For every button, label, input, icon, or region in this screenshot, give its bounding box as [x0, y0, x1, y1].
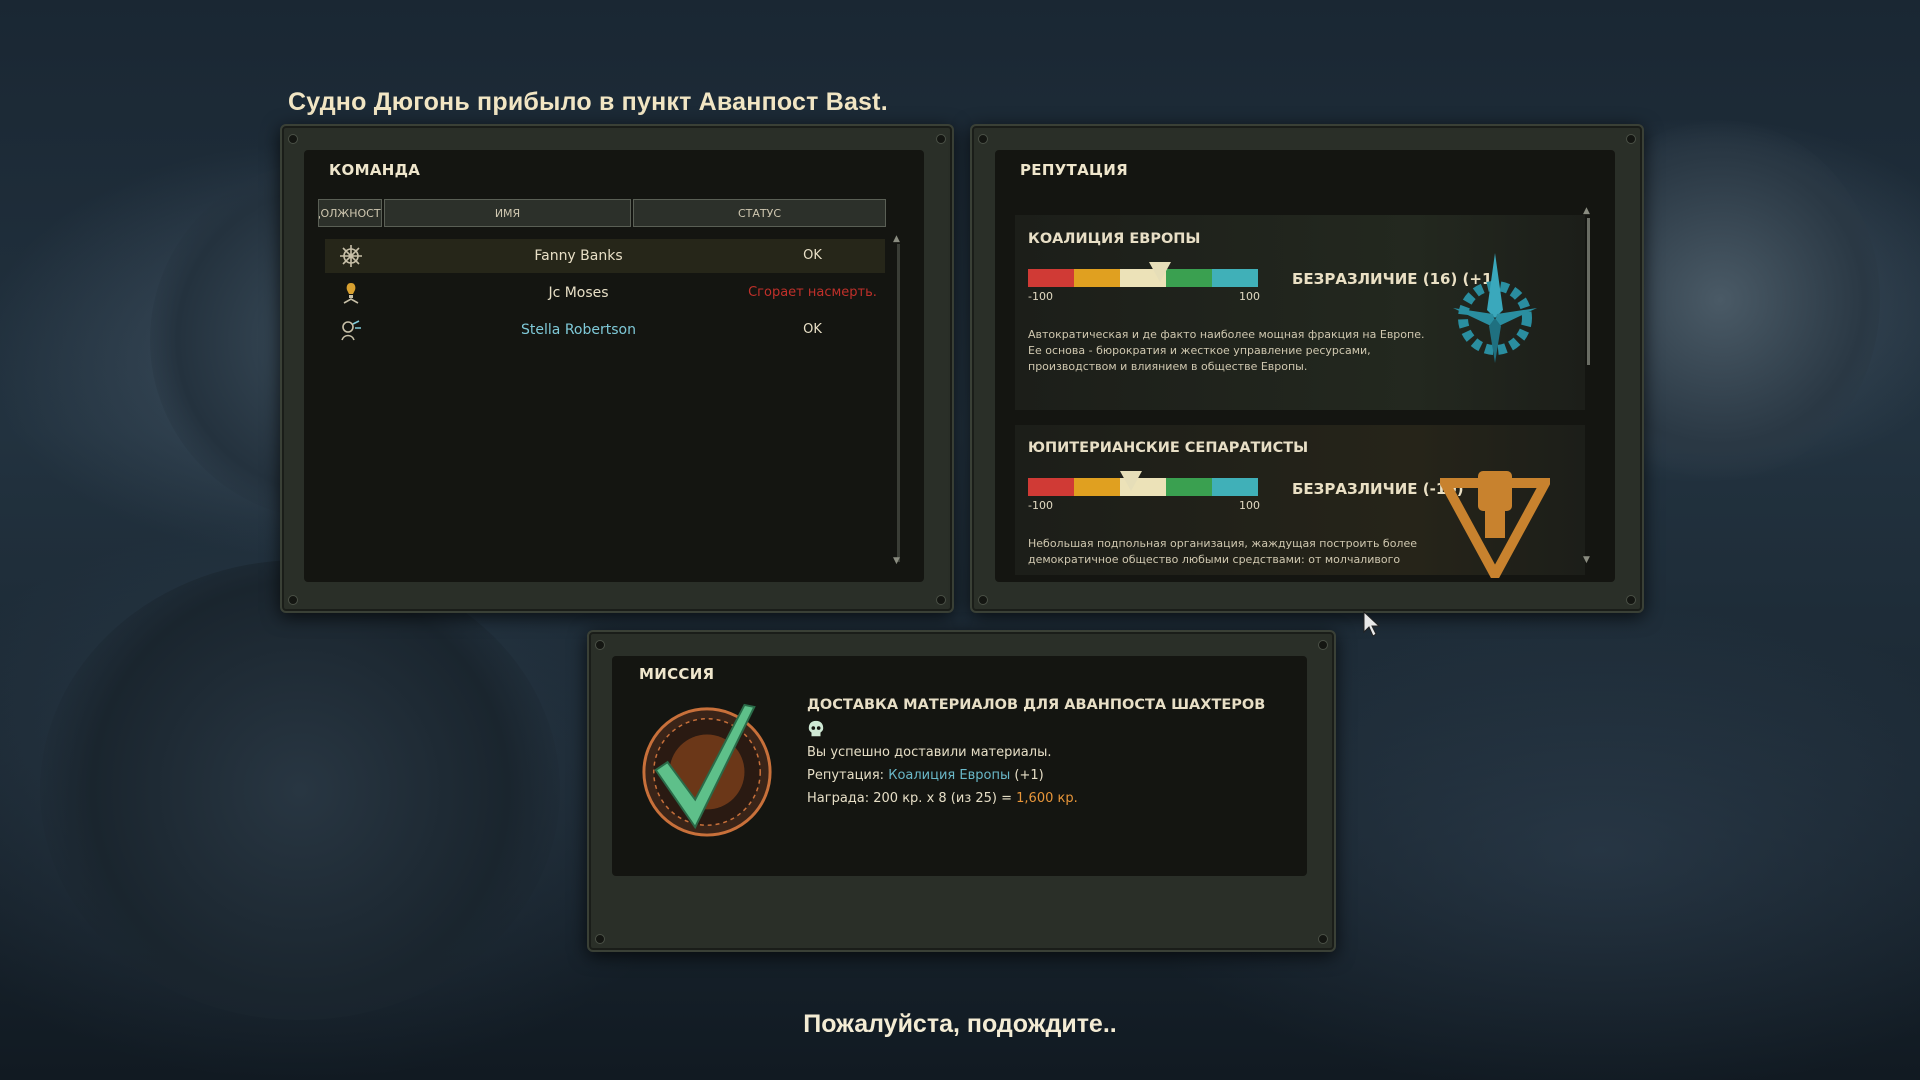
- scroll-up-icon[interactable]: ▲: [1583, 206, 1590, 216]
- scroll-up-icon[interactable]: ▲: [893, 234, 900, 244]
- page-title: Судно Дюгонь прибыло в пункт Аванпост Ba…: [288, 88, 888, 116]
- reputation-label: Репутация:: [807, 768, 885, 783]
- crew-row[interactable]: Stella Robertson OK: [325, 313, 885, 347]
- bar-segment-unfriendly: [1074, 478, 1120, 496]
- column-header-status[interactable]: СТАТУС: [633, 199, 886, 227]
- crew-row[interactable]: Fanny Banks OK: [325, 239, 885, 273]
- crew-name: Stella Robertson: [521, 322, 636, 338]
- rivet: [978, 595, 988, 605]
- crew-status: OK: [803, 248, 822, 263]
- reputation-panel-title: РЕПУТАЦИЯ: [1020, 161, 1128, 179]
- engineer-icon: [343, 283, 359, 304]
- background-shape: [40, 560, 560, 1020]
- reputation-scrollbar[interactable]: [1587, 218, 1590, 365]
- bar-max-label: 100: [1239, 290, 1260, 303]
- column-header-position[interactable]: ДОЛЖНОСТЬ: [318, 199, 382, 227]
- reputation-change: (+1): [1014, 768, 1044, 783]
- mission-reward: Награда: 200 кр. x 8 (из 25) = 1,600 кр.: [807, 791, 1078, 806]
- please-wait-text: Пожалуйста, подождите..: [803, 1010, 1117, 1038]
- bar-segment-hostile: [1028, 478, 1074, 496]
- faction-description: Автократическая и де факто наиболее мощн…: [1028, 328, 1425, 373]
- skull-icon: [808, 720, 824, 737]
- rivet: [936, 134, 946, 144]
- crew-name: Fanny Banks: [534, 248, 623, 264]
- bar-segment-friendly: [1166, 269, 1212, 287]
- bar-segment-hostile: [1028, 269, 1074, 287]
- rivet: [978, 134, 988, 144]
- faction-attitude: БЕЗРАЗЛИЧИЕ (-10): [1292, 480, 1464, 498]
- check-badge-icon: [642, 703, 772, 837]
- rivet: [1318, 934, 1328, 944]
- faction-name: КОАЛИЦИЯ ЕВРОПЫ: [1028, 231, 1201, 247]
- bar-max-label: 100: [1239, 499, 1260, 512]
- bar-segment-allied: [1212, 478, 1258, 496]
- fist-triangle-icon: [1440, 471, 1550, 578]
- reputation-marker: [1149, 262, 1171, 282]
- mission-name: ДОСТАВКА МАТЕРИАЛОВ ДЛЯ АВАНПОСТА ШАХТЕР…: [807, 697, 1266, 713]
- reward-label: Награда: 200 кр. x 8 (из 25) =: [807, 791, 1013, 806]
- column-header-name[interactable]: ИМЯ: [384, 199, 631, 227]
- reputation-faction-link[interactable]: Коалиция Европы: [888, 768, 1010, 783]
- bar-min-label: -100: [1028, 290, 1053, 303]
- rivet: [288, 595, 298, 605]
- mission-panel-title: МИССИЯ: [639, 665, 715, 683]
- bar-min-label: -100: [1028, 499, 1053, 512]
- bar-segment-friendly: [1166, 478, 1212, 496]
- reputation-marker: [1120, 471, 1142, 491]
- mouse-cursor-icon: [1363, 610, 1381, 637]
- bar-segment-unfriendly: [1074, 269, 1120, 287]
- mission-reputation: Репутация: Коалиция Европы (+1): [807, 768, 1044, 783]
- rivet: [595, 640, 605, 650]
- crew-name: Jc Moses: [548, 285, 609, 301]
- crew-row[interactable]: Jc Moses Сгорает насмерть.: [325, 276, 885, 310]
- scroll-down-icon[interactable]: ▼: [1583, 555, 1590, 565]
- crew-panel-title: КОМАНДА: [329, 161, 421, 179]
- crew-status: OK: [803, 322, 822, 337]
- faction-name: ЮПИТЕРИАНСКИЕ СЕПАРАТИСТЫ: [1028, 440, 1309, 456]
- rivet: [1626, 134, 1636, 144]
- crew-scrollbar[interactable]: [897, 244, 900, 562]
- rivet: [288, 134, 298, 144]
- scroll-down-icon[interactable]: ▼: [893, 556, 900, 566]
- bar-segment-allied: [1212, 269, 1258, 287]
- mission-result: Вы успешно доставили материалы.: [807, 745, 1052, 760]
- scientist-icon: [341, 320, 361, 341]
- rivet: [1318, 640, 1328, 650]
- compass-gear-icon: [1453, 253, 1537, 363]
- rivet: [1626, 595, 1636, 605]
- reward-total: 1,600 кр.: [1016, 791, 1078, 806]
- reputation-bar: [1028, 478, 1258, 496]
- rivet: [936, 595, 946, 605]
- helm-wheel-icon: [340, 245, 362, 267]
- faction-description: Небольшая подпольная организация, жаждущ…: [1028, 537, 1418, 566]
- reputation-bar: [1028, 269, 1258, 287]
- crew-status: Сгорает насмерть.: [748, 285, 877, 300]
- rivet: [595, 934, 605, 944]
